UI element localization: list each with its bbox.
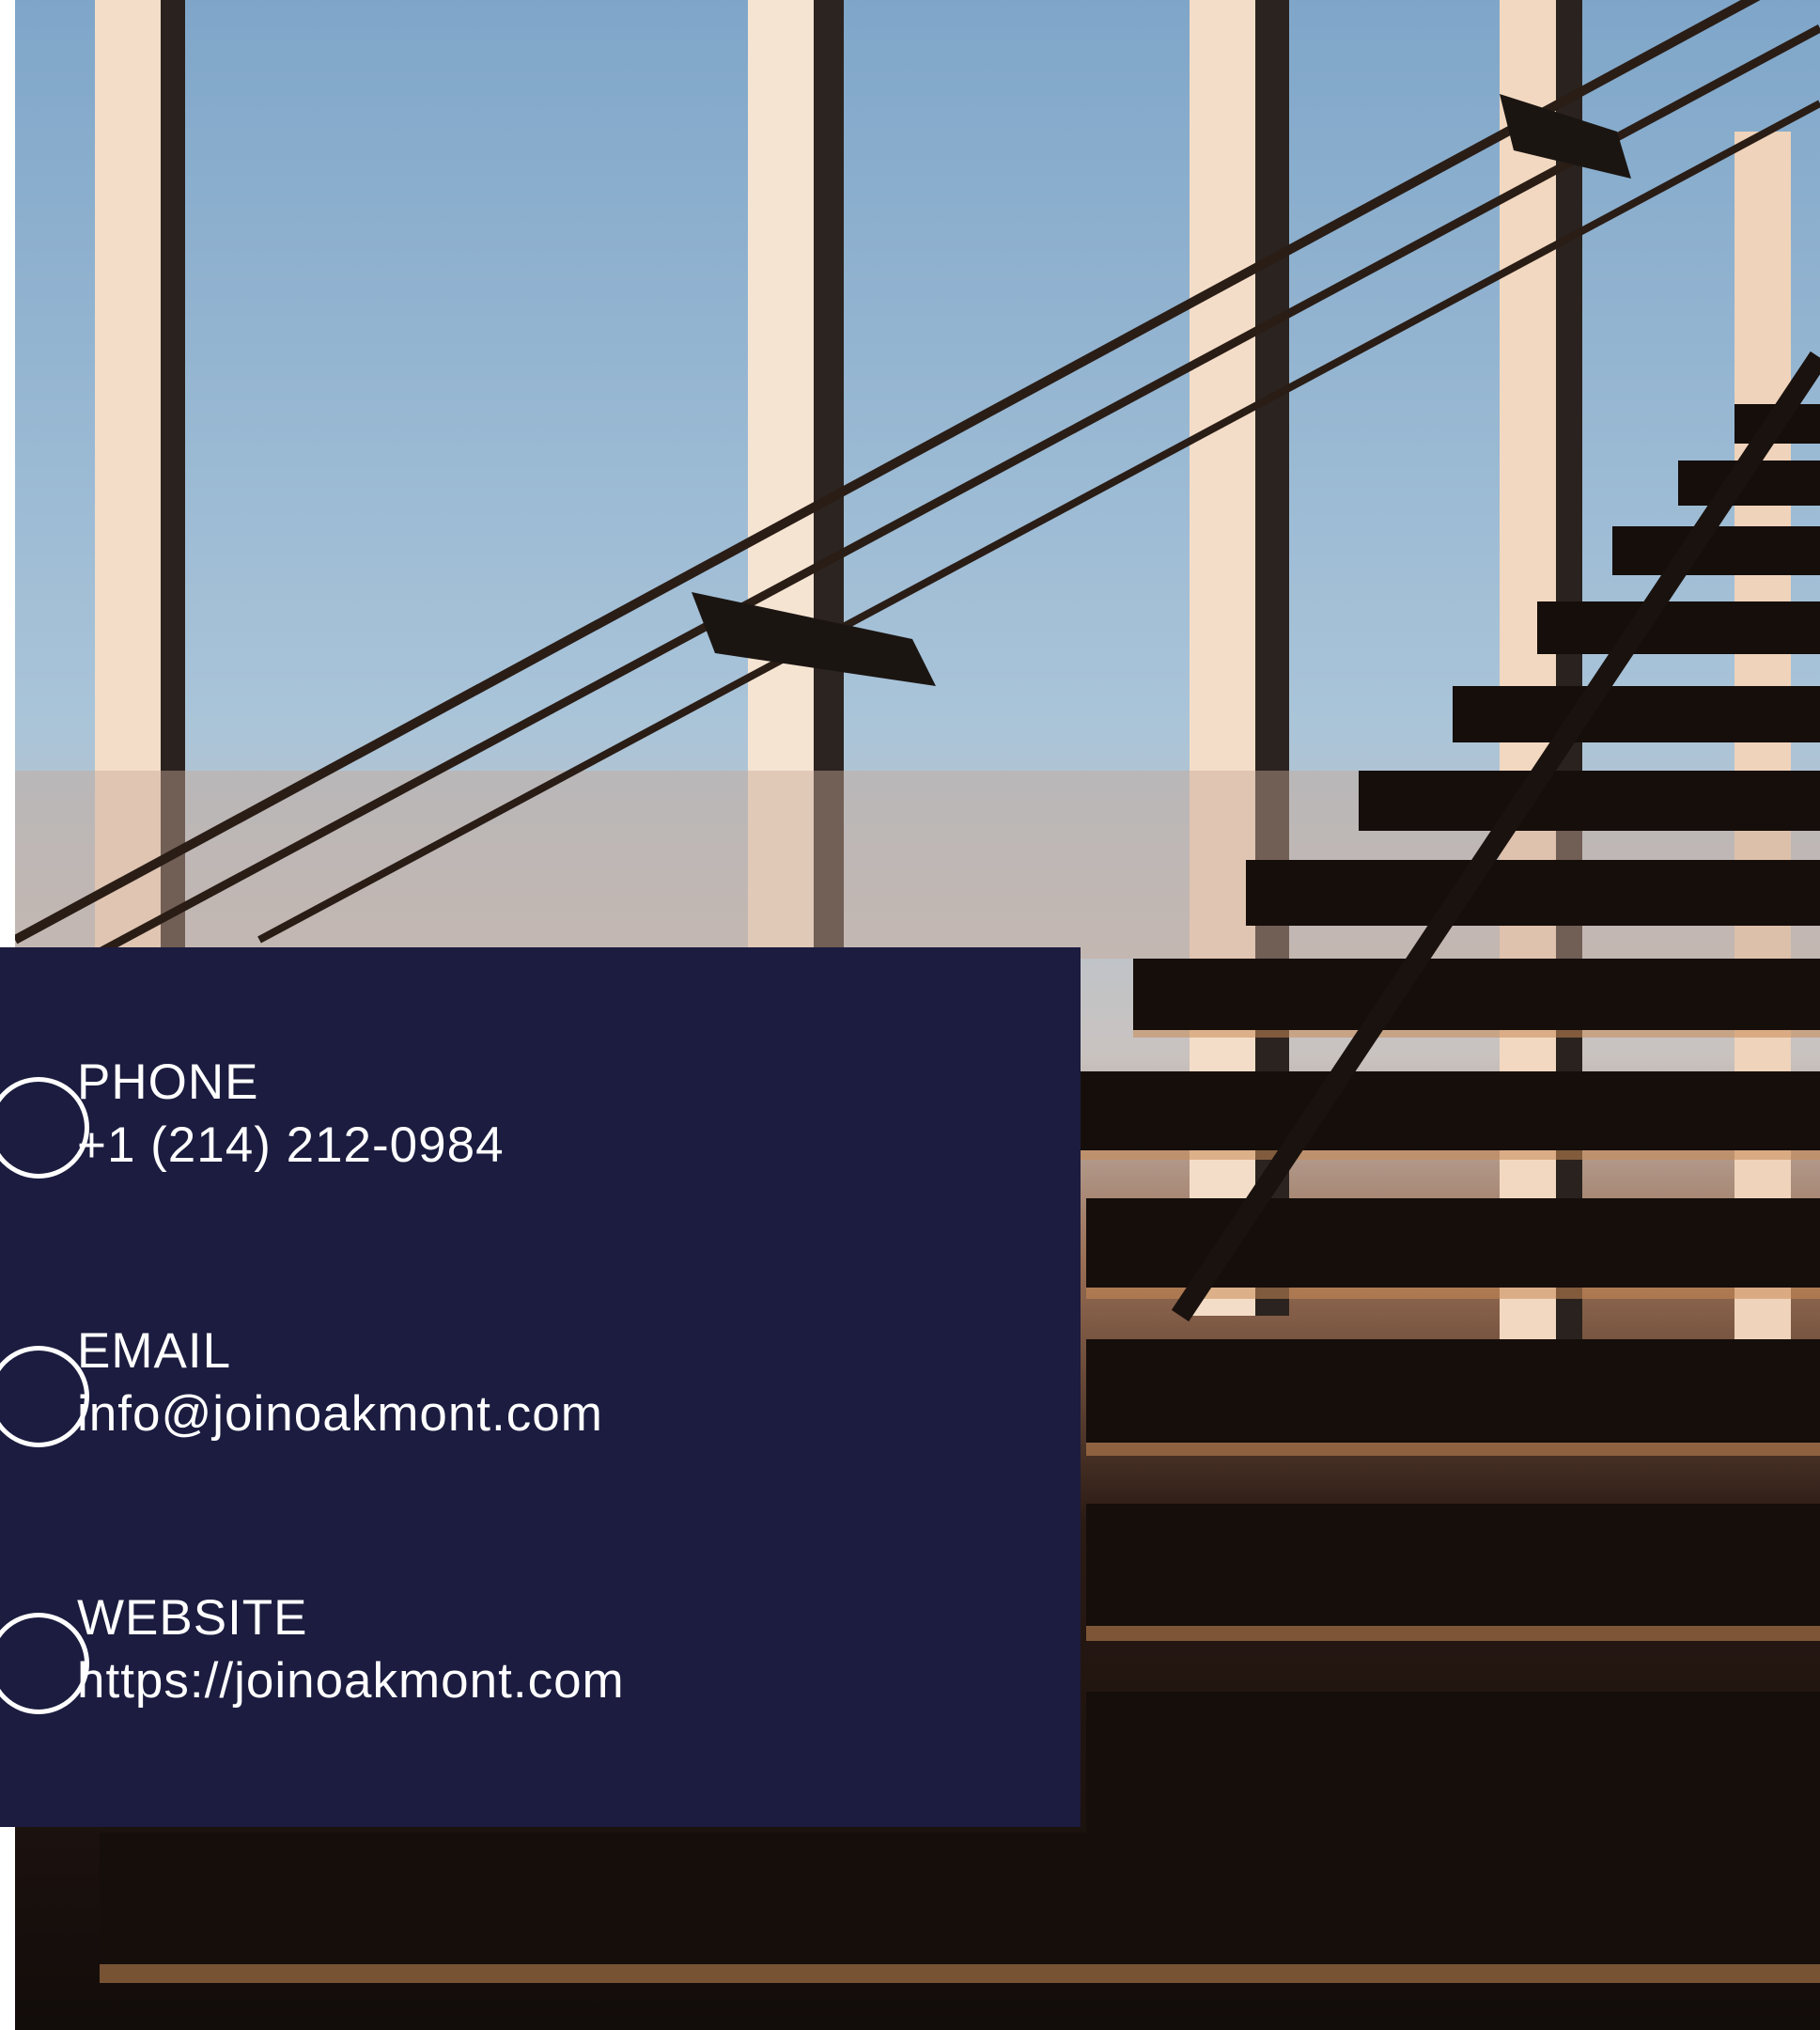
- website-contact: WEBSITE https://joinoakmont.com: [0, 1588, 625, 1714]
- phone-contact: PHONE +1 (214) 212-0984: [0, 1053, 505, 1179]
- website-label: WEBSITE: [77, 1590, 308, 1646]
- email-icon: [0, 1346, 89, 1447]
- contact-card: PHONE +1 (214) 212-0984 EMAIL info@joino…: [0, 947, 1081, 1827]
- phone-icon: [0, 1077, 89, 1179]
- contact-page: PHONE +1 (214) 212-0984 EMAIL info@joino…: [0, 0, 1820, 2030]
- phone-label: PHONE: [77, 1054, 259, 1110]
- email-value[interactable]: info@joinoakmont.com: [77, 1382, 603, 1447]
- phone-value[interactable]: +1 (214) 212-0984: [77, 1113, 505, 1179]
- email-contact: EMAIL info@joinoakmont.com: [0, 1321, 603, 1447]
- email-label: EMAIL: [77, 1323, 232, 1379]
- website-link[interactable]: https://joinoakmont.com: [77, 1648, 625, 1714]
- globe-icon: [0, 1613, 89, 1714]
